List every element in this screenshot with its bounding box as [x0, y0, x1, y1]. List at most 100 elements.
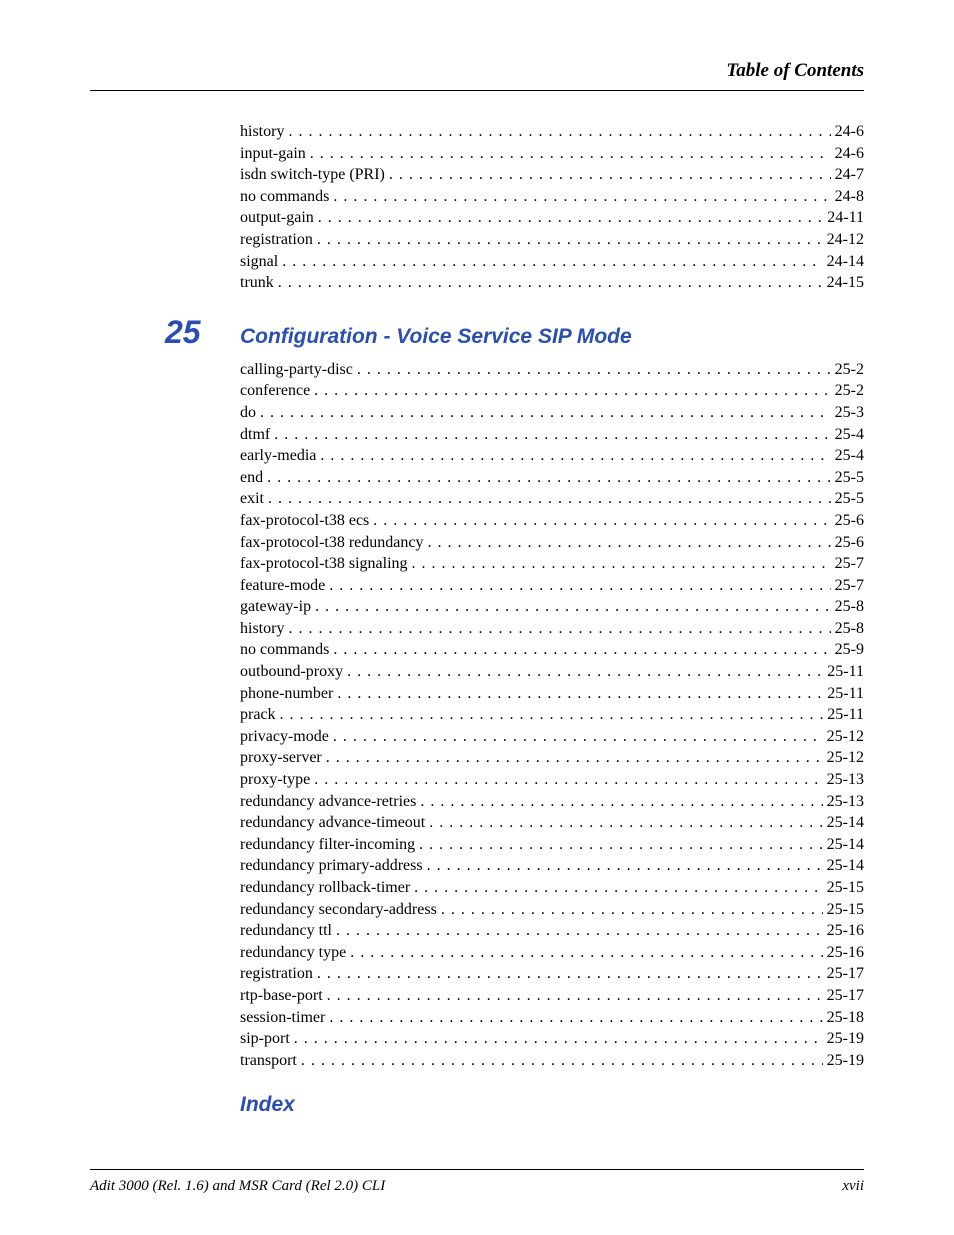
toc-leader-dots: [337, 683, 823, 705]
toc-entry[interactable]: transport25-19: [240, 1050, 864, 1072]
toc-entry[interactable]: early-media25-4: [240, 445, 864, 467]
toc-entry-page: 25-4: [835, 424, 864, 446]
toc-entry[interactable]: input-gain 24-6: [240, 143, 864, 165]
toc-entry[interactable]: sip-port25-19: [240, 1028, 864, 1050]
toc-entry[interactable]: proxy-server 25-12: [240, 747, 864, 769]
toc-leader-dots: [373, 510, 830, 532]
toc-leader-dots: [294, 1028, 823, 1050]
toc-entry[interactable]: do25-3: [240, 402, 864, 424]
toc-entry-label: privacy-mode: [240, 726, 329, 748]
toc-entry-label: registration: [240, 963, 313, 985]
header-title: Table of Contents: [726, 60, 864, 81]
toc-entry[interactable]: session-timer25-18: [240, 1007, 864, 1029]
toc-entry[interactable]: feature-mode25-7: [240, 575, 864, 597]
toc-entry[interactable]: redundancy primary-address25-14: [240, 855, 864, 877]
toc-entry-label: redundancy type: [240, 942, 346, 964]
toc-entry-page: 25-2: [835, 380, 864, 402]
toc-leader-dots: [420, 791, 822, 813]
toc-entry-label: end: [240, 467, 263, 489]
toc-entry[interactable]: fax-protocol-t38 redundancy25-6: [240, 532, 864, 554]
toc-entry[interactable]: no commands24-8: [240, 186, 864, 208]
toc-entry[interactable]: outbound-proxy25-11: [240, 661, 864, 683]
chapter-heading: 25Configuration - Voice Service SIP Mode: [165, 314, 864, 351]
chapter-title[interactable]: Configuration - Voice Service SIP Mode: [240, 325, 632, 349]
page-footer: Adit 3000 (Rel. 1.6) and MSR Card (Rel 2…: [90, 1169, 864, 1195]
toc-entry[interactable]: signal 24-14: [240, 251, 864, 273]
toc-entry-label: fax-protocol-t38 signaling: [240, 553, 408, 575]
toc-entry-label: dtmf: [240, 424, 270, 446]
toc-entry[interactable]: gateway-ip25-8: [240, 596, 864, 618]
toc-entry-page: 25-8: [835, 618, 864, 640]
toc-entry-page: 25-6: [835, 510, 864, 532]
toc-entry-page: 25-12: [827, 747, 864, 769]
toc-leader-dots: [274, 424, 830, 446]
toc-entry-page: 25-12: [827, 726, 864, 748]
toc-entry[interactable]: fax-protocol-t38 ecs25-6: [240, 510, 864, 532]
toc-entry-page: 25-19: [827, 1028, 864, 1050]
toc-entry[interactable]: redundancy filter-incoming25-14: [240, 834, 864, 856]
footer-left: Adit 3000 (Rel. 1.6) and MSR Card (Rel 2…: [90, 1178, 385, 1195]
toc-entry[interactable]: registration25-17: [240, 963, 864, 985]
chapter-number: 25: [165, 314, 240, 351]
toc-leader-dots: [414, 877, 823, 899]
toc-entry-page: 25-13: [827, 791, 864, 813]
toc-entry[interactable]: redundancy advance-timeout25-14: [240, 812, 864, 834]
toc-entry[interactable]: calling-party-disc25-2: [240, 359, 864, 381]
toc-entry[interactable]: redundancy type25-16: [240, 942, 864, 964]
toc-entry[interactable]: output-gain24-11: [240, 207, 864, 229]
toc-entry-label: trunk: [240, 272, 274, 294]
toc-leader-dots: [310, 143, 831, 165]
toc-entry-page: 24-14: [827, 251, 864, 273]
page: Table of Contents history24-6input-gain2…: [0, 0, 954, 1235]
toc-entry-label: history: [240, 618, 284, 640]
toc-entry-label: input-gain: [240, 143, 306, 165]
toc-entry-label: early-media: [240, 445, 316, 467]
toc-entry-label: redundancy secondary-address: [240, 899, 437, 921]
toc-leader-dots: [267, 467, 831, 489]
toc-entry-label: rtp-base-port: [240, 985, 323, 1007]
toc-entry-page: 24-6: [835, 143, 864, 165]
toc-entry[interactable]: no commands25-9: [240, 639, 864, 661]
toc-entry[interactable]: history 25-8: [240, 618, 864, 640]
toc-section: history24-6input-gain 24-6isdn switch-typ…: [240, 121, 864, 294]
toc-entry[interactable]: dtmf 25-4: [240, 424, 864, 446]
toc-entry-label: proxy-server: [240, 747, 322, 769]
toc-leader-dots: [282, 251, 822, 273]
toc-leader-dots: [288, 618, 830, 640]
toc-entry[interactable]: registration24-12: [240, 229, 864, 251]
toc-entry[interactable]: trunk24-15: [240, 272, 864, 294]
toc-entry[interactable]: redundancy secondary-address 25-15: [240, 899, 864, 921]
toc-entry[interactable]: history24-6: [240, 121, 864, 143]
toc-entry[interactable]: isdn switch-type (PRI)24-7: [240, 164, 864, 186]
toc-entry-page: 25-14: [827, 812, 864, 834]
toc-entry[interactable]: end 25-5: [240, 467, 864, 489]
toc-entry-page: 25-17: [827, 985, 864, 1007]
index-heading[interactable]: Index: [240, 1093, 864, 1117]
toc-entry[interactable]: rtp-base-port 25-17: [240, 985, 864, 1007]
toc-entry-label: redundancy rollback-timer: [240, 877, 410, 899]
toc-leader-dots: [260, 402, 831, 424]
toc-leader-dots: [327, 985, 823, 1007]
toc-entry-page: 25-15: [827, 899, 864, 921]
toc-entry[interactable]: fax-protocol-t38 signaling25-7: [240, 553, 864, 575]
toc-entry[interactable]: prack25-11: [240, 704, 864, 726]
toc-entry[interactable]: phone-number25-11: [240, 683, 864, 705]
toc-entry-page: 25-14: [827, 834, 864, 856]
toc-leader-dots: [357, 359, 831, 381]
toc-leader-dots: [389, 164, 831, 186]
toc-entry[interactable]: conference25-2: [240, 380, 864, 402]
toc-entry[interactable]: proxy-type25-13: [240, 769, 864, 791]
toc-entry-label: signal: [240, 251, 278, 273]
toc-entry-label: calling-party-disc: [240, 359, 353, 381]
toc-leader-dots: [280, 704, 824, 726]
toc-entry[interactable]: privacy-mode 25-12: [240, 726, 864, 748]
toc-entry[interactable]: redundancy ttl25-16: [240, 920, 864, 942]
toc-entry[interactable]: redundancy advance-retries25-13: [240, 791, 864, 813]
toc-entry-page: 25-9: [835, 639, 864, 661]
toc-leader-dots: [301, 1050, 823, 1072]
toc-entry[interactable]: exit25-5: [240, 488, 864, 510]
toc-entry-page: 25-5: [835, 467, 864, 489]
toc-entry-page: 25-15: [827, 877, 864, 899]
toc-entry-label: redundancy primary-address: [240, 855, 423, 877]
toc-entry[interactable]: redundancy rollback-timer 25-15: [240, 877, 864, 899]
